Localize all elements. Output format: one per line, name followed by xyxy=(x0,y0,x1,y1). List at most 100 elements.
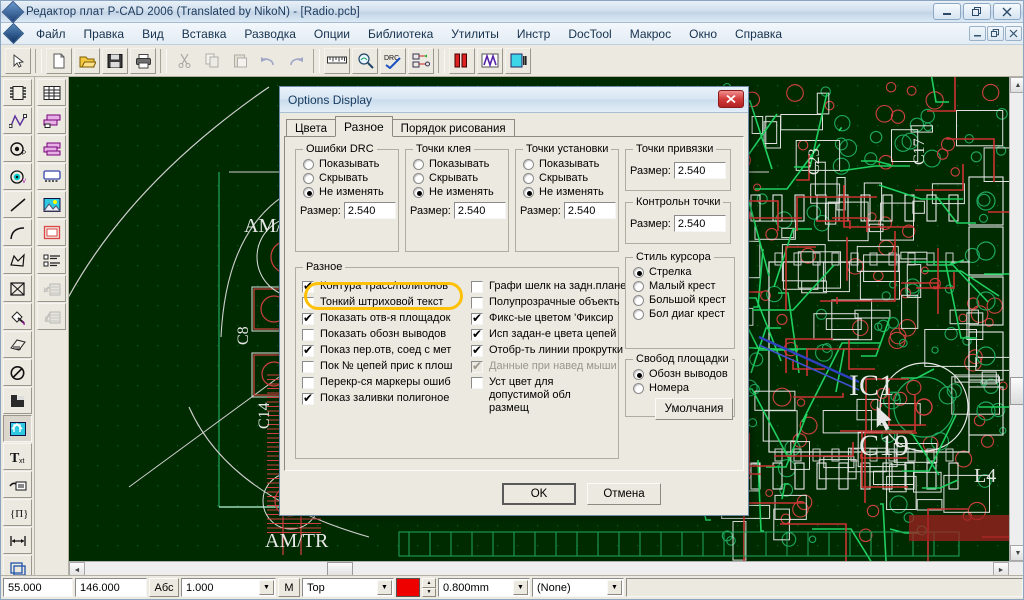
menu-edit[interactable]: Правка xyxy=(75,25,134,43)
color-spinner[interactable]: ▲ ▼ xyxy=(422,578,436,597)
cb-show-pin-designators[interactable]: Показать обозн выводов xyxy=(302,328,466,341)
drc-nochange-radio[interactable]: Не изменять xyxy=(303,186,398,198)
cb-placement-area-color[interactable]: Уст цвет для допустимой обл размещ xyxy=(471,376,613,415)
place-line-icon[interactable] xyxy=(3,191,32,218)
netlist-icon[interactable] xyxy=(408,47,434,74)
snap-size-input[interactable]: 2.540 xyxy=(673,162,726,179)
place-keepout-icon[interactable] xyxy=(3,387,32,414)
tab-misc[interactable]: Разное xyxy=(335,116,393,137)
place-dimension-icon[interactable] xyxy=(3,527,32,554)
cursor-arrow-radio[interactable]: Стрелка xyxy=(633,266,734,278)
place-component-icon[interactable] xyxy=(3,79,32,106)
chevron-down-icon[interactable]: ▼ xyxy=(607,580,622,595)
mdi-restore-button[interactable] xyxy=(987,26,1004,41)
menu-doctool[interactable]: DocTool xyxy=(559,25,620,43)
area-tool-icon[interactable] xyxy=(37,219,66,246)
test-size-input[interactable]: 2.540 xyxy=(673,215,726,232)
layer-combo[interactable]: Top ▼ xyxy=(302,578,394,597)
menu-options[interactable]: Опции xyxy=(305,25,359,43)
close-button[interactable] xyxy=(993,3,1021,20)
place-polygon-icon[interactable] xyxy=(3,247,32,274)
layer-color-swatch[interactable] xyxy=(396,578,420,597)
cursor-large-cross-radio[interactable]: Большой крест xyxy=(633,294,734,306)
place-forbidden-icon[interactable] xyxy=(3,359,32,386)
menu-insert[interactable]: Вставка xyxy=(173,25,236,43)
net-name-combo[interactable]: (None) ▼ xyxy=(532,578,624,597)
picture-tool-icon[interactable] xyxy=(37,191,66,218)
cb-show-scroll-lines[interactable]: Отобр-ть линии прокрутки xyxy=(471,343,623,357)
cb-silkscreen-background[interactable]: Графи шелк на задн.плане xyxy=(471,280,626,293)
defaults-button[interactable]: Умолчания xyxy=(655,398,733,420)
cursor-small-cross-radio[interactable]: Малый крест xyxy=(633,280,734,292)
ruler-icon[interactable] xyxy=(324,47,350,74)
restore-button[interactable] xyxy=(963,3,991,20)
cb-overlap-error-markers[interactable]: Перекр-ся маркеры ошиб xyxy=(302,376,466,389)
cb-translucent-objects[interactable]: Полупрозрачные объекть xyxy=(471,296,619,309)
absolute-mode-button[interactable]: Абс xyxy=(149,578,179,597)
free-pads-designators-radio[interactable]: Обозн выводов xyxy=(633,368,734,380)
place-pad-icon[interactable]: P xyxy=(3,135,32,162)
glue-show-radio[interactable]: Показывать xyxy=(413,158,508,170)
dialog-close-icon[interactable] xyxy=(718,90,744,108)
pick-nochange-radio[interactable]: Не изменять xyxy=(523,186,618,198)
zoom-icon[interactable] xyxy=(352,47,378,74)
cursor-large-diag-cross-radio[interactable]: Бол диаг крест xyxy=(633,308,734,320)
chevron-down-icon[interactable]: ▼ xyxy=(377,580,392,595)
drc-show-radio[interactable]: Показывать xyxy=(303,158,398,170)
layers-sets-icon[interactable] xyxy=(37,135,66,162)
place-text-icon[interactable]: Txt xyxy=(3,443,32,470)
place-attribute-icon[interactable] xyxy=(3,471,32,498)
glue-nochange-radio[interactable]: Не изменять xyxy=(413,186,508,198)
menu-window[interactable]: Окно xyxy=(680,25,726,43)
menu-library[interactable]: Библиотека xyxy=(359,25,442,43)
y-coordinate-field[interactable]: 146.000 xyxy=(75,578,147,597)
place-copper-pour-icon[interactable] xyxy=(3,303,32,330)
cb-show-polygon-fill[interactable]: Показ заливки полигоное xyxy=(302,391,466,405)
menu-route[interactable]: Разводка xyxy=(235,25,305,43)
place-cutout-icon[interactable] xyxy=(3,275,32,302)
menu-file[interactable]: Файл xyxy=(27,25,75,43)
cancel-button[interactable]: Отмена xyxy=(587,483,661,505)
glue-hide-radio[interactable]: Скрывать xyxy=(413,172,508,184)
menu-help[interactable]: Справка xyxy=(726,25,791,43)
print-icon[interactable] xyxy=(130,47,156,74)
grid-size-combo[interactable]: 1.000 ▼ xyxy=(181,578,276,597)
layers-stack-icon[interactable] xyxy=(37,107,66,134)
plane-tool-icon[interactable] xyxy=(37,163,66,190)
mdi-close-button[interactable] xyxy=(1005,26,1022,41)
menu-view[interactable]: Вид xyxy=(133,25,173,43)
pick-size-input[interactable]: 2.540 xyxy=(563,202,616,219)
save-file-icon[interactable] xyxy=(102,47,128,74)
menu-tools[interactable]: Инстр xyxy=(508,25,559,43)
open-file-icon[interactable] xyxy=(74,47,100,74)
place-via-icon[interactable]: V xyxy=(3,163,32,190)
x-coordinate-field[interactable]: 55.000 xyxy=(3,578,73,597)
new-file-icon[interactable] xyxy=(46,47,72,74)
layers-icon[interactable] xyxy=(449,47,475,74)
cb-thin-stroke-text[interactable]: Тонкий штриховой текст xyxy=(302,296,466,309)
route-icon[interactable] xyxy=(477,47,503,74)
menu-macro[interactable]: Макрос xyxy=(621,25,680,43)
menu-utils[interactable]: Утилиты xyxy=(442,25,508,43)
place-plane-icon[interactable] xyxy=(3,331,32,358)
scroll-down-arrow[interactable]: ▼ xyxy=(1010,545,1023,561)
chevron-down-icon[interactable]: ▼ xyxy=(513,580,528,595)
select-arrow-icon[interactable] xyxy=(5,47,31,74)
units-button[interactable]: M xyxy=(278,578,300,597)
copper-icon[interactable] xyxy=(505,47,531,74)
pick-show-radio[interactable]: Показывать xyxy=(523,158,618,170)
drc-icon[interactable]: DRC xyxy=(380,47,406,74)
spinner-down-icon[interactable]: ▼ xyxy=(422,587,436,597)
vertical-scroll-thumb[interactable] xyxy=(1010,377,1023,405)
cb-show-net-numbers[interactable]: Пок № цепей прис к плош xyxy=(302,360,466,373)
cb-fixed-color[interactable]: Фикс-ые цветом 'Фиксир xyxy=(471,311,613,325)
pick-hide-radio[interactable]: Скрывать xyxy=(523,172,618,184)
table-tool-icon[interactable] xyxy=(37,79,66,106)
canvas-vertical-scrollbar[interactable]: ▲ ▼ xyxy=(1009,77,1023,561)
scroll-up-arrow[interactable]: ▲ xyxy=(1010,77,1023,93)
line-width-combo[interactable]: 0.800mm ▼ xyxy=(438,578,530,597)
spinner-up-icon[interactable]: ▲ xyxy=(422,578,436,588)
drc-hide-radio[interactable]: Скрывать xyxy=(303,172,398,184)
ok-button[interactable]: OK xyxy=(502,483,576,505)
minimize-button[interactable] xyxy=(933,3,961,20)
